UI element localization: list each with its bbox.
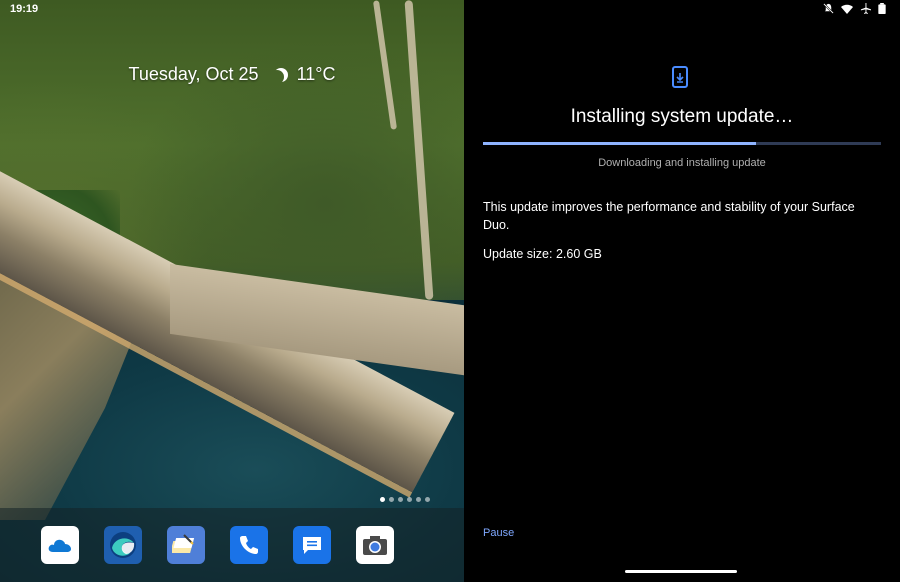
wifi-icon — [841, 4, 853, 14]
page-indicator — [380, 497, 430, 502]
battery-icon — [878, 3, 886, 14]
page-dot — [416, 497, 421, 502]
status-time: 19:19 — [10, 3, 39, 15]
date-weather-widget[interactable]: Tuesday, Oct 25 11°C — [0, 64, 464, 85]
camera-icon — [363, 536, 387, 555]
page-dot — [407, 497, 412, 502]
date-label: Tuesday, Oct 25 — [128, 64, 259, 84]
system-update-pane: Installing system update… Downloading an… — [464, 0, 900, 582]
messages-icon — [303, 537, 321, 554]
page-dot — [425, 497, 430, 502]
onedrive-icon — [48, 539, 71, 552]
notifications-off-icon — [823, 3, 834, 14]
moon-icon — [270, 70, 284, 84]
onedrive-app[interactable] — [41, 526, 79, 564]
phone-icon — [240, 536, 258, 554]
page-dot — [380, 497, 385, 502]
notes-icon — [172, 534, 195, 553]
home-screen: 19:19 Tuesday, Oct 25 11°C — [0, 0, 464, 582]
update-title: Installing system update… — [570, 106, 794, 127]
page-dot — [389, 497, 394, 502]
edge-icon — [110, 532, 136, 558]
notes-app[interactable] — [167, 526, 205, 564]
page-dot — [398, 497, 403, 502]
update-progress-fill — [483, 142, 756, 145]
pause-button[interactable]: Pause — [483, 527, 514, 539]
update-description: This update improves the performance and… — [483, 200, 855, 232]
edge-app[interactable] — [104, 526, 142, 564]
temperature-label: 11°C — [296, 64, 336, 84]
status-icons — [823, 3, 886, 14]
wallpaper-road — [404, 0, 434, 300]
camera-app[interactable] — [356, 526, 394, 564]
phone-download-icon — [672, 66, 688, 88]
update-progress-bar — [483, 142, 881, 145]
update-progress-text: Downloading and installing update — [598, 157, 766, 169]
messages-app[interactable] — [293, 526, 331, 564]
phone-app[interactable] — [230, 526, 268, 564]
gesture-handle[interactable] — [625, 570, 737, 573]
update-size: Update size: 2.60 GB — [483, 247, 602, 261]
airplane-mode-icon — [860, 3, 871, 14]
